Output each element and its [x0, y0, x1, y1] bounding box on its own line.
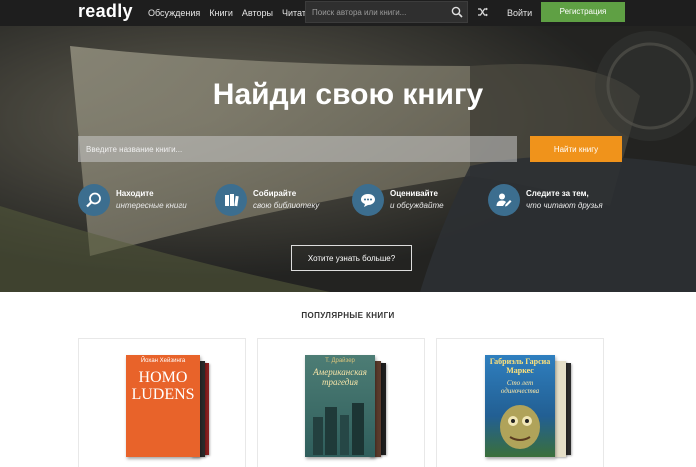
- hero-section: Найди свою книгу Найти книгу Находите ин…: [0, 26, 696, 292]
- magnifier-icon: [86, 192, 101, 208]
- feature-collect-title: Собирайте: [253, 189, 297, 198]
- book-cover[interactable]: Т. Драйзер Американская трагедия: [305, 355, 375, 457]
- book-stack-middle: [554, 361, 566, 457]
- book-cover-title: HOMO LUDENS: [131, 369, 195, 403]
- learn-more-button[interactable]: Хотите узнать больше?: [291, 245, 412, 271]
- book-cover-author: Т. Драйзер: [325, 358, 355, 364]
- feature-find: Находите интересные книги: [78, 183, 187, 217]
- book-cover-author: Габриэль Гарсиа Маркес: [489, 357, 551, 375]
- book-cover[interactable]: Йохан Хейзинга HOMO LUDENS: [126, 355, 200, 457]
- books-icon: [225, 194, 239, 207]
- feature-rate: Оценивайте и обсуждайте: [352, 183, 444, 217]
- nav-authors[interactable]: Авторы: [242, 8, 273, 18]
- chat-bubble-icon: [361, 194, 375, 207]
- login-link[interactable]: Войти: [507, 8, 532, 18]
- feature-follow-subtitle: что читают друзья: [526, 201, 603, 210]
- feature-follow-title: Следите за тем,: [526, 189, 589, 198]
- main-nav: Обсуждения Книги Авторы Читатели: [148, 8, 321, 18]
- user-edit-icon: [496, 193, 512, 207]
- book-cover[interactable]: Габриэль Гарсиа Маркес Сто лет одиночест…: [485, 355, 555, 457]
- feature-collect-subtitle: свою библиотеку: [253, 201, 320, 210]
- find-book-button[interactable]: Найти книгу: [530, 136, 622, 162]
- register-button[interactable]: Регистрация: [541, 2, 625, 22]
- book-card[interactable]: Габриэль Гарсиа Маркес Сто лет одиночест…: [436, 338, 604, 467]
- feature-rate-badge: [352, 184, 384, 216]
- feature-find-badge: [78, 184, 110, 216]
- book-cover-title: Американская трагедия: [313, 367, 367, 387]
- book-card[interactable]: Йохан Хейзинга HOMO LUDENS: [78, 338, 246, 467]
- header-search: [305, 1, 468, 23]
- book-search-input[interactable]: [78, 136, 517, 162]
- feature-rate-subtitle: и обсуждайте: [390, 201, 444, 210]
- search-icon[interactable]: [451, 6, 463, 18]
- popular-books-heading: ПОПУЛЯРНЫЕ КНИГИ: [301, 311, 395, 320]
- feature-find-subtitle: интересные книги: [116, 201, 187, 210]
- logo[interactable]: readly: [78, 1, 133, 22]
- feature-collect-badge: [215, 184, 247, 216]
- book-cover-title: Сто лет одиночества: [500, 379, 540, 395]
- nav-books[interactable]: Книги: [209, 8, 233, 18]
- top-navigation-bar: readly Обсуждения Книги Авторы Читатели …: [0, 0, 696, 26]
- book-cover-illustration: [313, 403, 364, 455]
- feature-collect: Собирайте свою библиотеку: [215, 183, 319, 217]
- feature-rate-title: Оценивайте: [390, 189, 438, 198]
- book-cover-author: Йохан Хейзинга: [140, 358, 186, 364]
- header-search-input[interactable]: [306, 2, 446, 22]
- feature-follow: Следите за тем, что читают друзья: [488, 183, 603, 217]
- nav-discussions[interactable]: Обсуждения: [148, 8, 200, 18]
- feature-find-title: Находите: [116, 189, 154, 198]
- shuffle-icon[interactable]: [477, 6, 489, 18]
- hero-title: Найди свою книгу: [212, 78, 484, 111]
- book-card[interactable]: Т. Драйзер Американская трагедия: [257, 338, 425, 467]
- book-cover-illustration: [500, 405, 540, 449]
- feature-follow-badge: [488, 184, 520, 216]
